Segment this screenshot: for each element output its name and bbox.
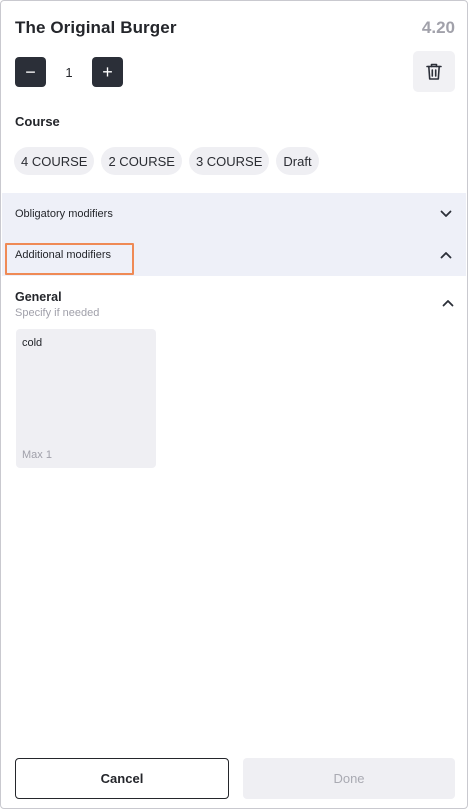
trash-icon [425,62,443,81]
chevron-down-icon [439,207,453,221]
increase-quantity-button[interactable]: + [92,57,123,87]
done-button[interactable]: Done [243,758,455,799]
item-editor-panel: The Original Burger 4.20 − 1 + Course 4 … [0,0,468,809]
additional-modifiers-label: Additional modifiers [15,249,111,261]
modifier-name: cold [22,337,43,349]
item-title: The Original Burger [15,18,177,37]
additional-modifiers-section[interactable]: Additional modifiers [2,234,466,276]
obligatory-modifiers-label: Obligatory modifiers [15,207,113,220]
modifier-card-cold[interactable]: cold Max 1 [16,329,156,468]
course-option-draft[interactable]: Draft [276,147,319,175]
footer-actions: Cancel Done [15,758,455,799]
item-price: 4.20 [421,18,455,37]
obligatory-modifiers-section[interactable]: Obligatory modifiers [2,193,466,234]
general-group-subtitle: Specify if needed [15,307,100,319]
quantity-stepper: − 1 + [15,57,123,87]
course-option-2-course[interactable]: 2 COURSE [101,147,182,175]
chevron-up-icon [441,296,455,310]
general-group-text: General Specify if needed [15,290,99,319]
decrease-quantity-button[interactable]: − [15,57,46,87]
cancel-button[interactable]: Cancel [15,758,229,799]
delete-item-button[interactable] [413,51,455,92]
general-group-header[interactable]: General Specify if needed [15,290,455,319]
course-option-4-course[interactable]: 4 COURSE [14,147,95,175]
quantity-value: 1 [65,64,73,80]
course-options: 4 COURSE 2 COURSE 3 COURSE Draft [14,147,319,175]
modifier-limit: Max 1 [22,449,52,461]
general-group-title: General [15,290,62,304]
chevron-up-icon [439,248,453,262]
course-label: Course [15,114,60,129]
item-header: The Original Burger 4.20 [15,17,455,39]
course-option-3-course[interactable]: 3 COURSE [188,147,270,175]
